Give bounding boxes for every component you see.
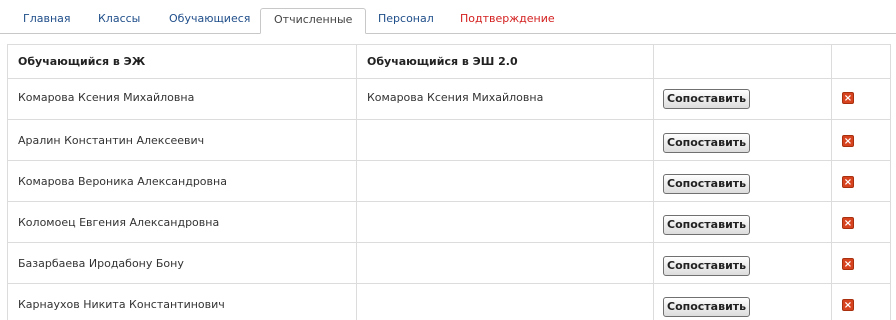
student-esh-name: Комарова Ксения Михайловна	[356, 78, 654, 120]
tab-students[interactable]: Обучающиеся	[169, 0, 250, 33]
match-button[interactable]: Сопоставить	[663, 174, 751, 194]
tab-staff[interactable]: Персонал	[378, 0, 434, 33]
student-esh-name	[356, 201, 654, 243]
match-button[interactable]: Сопоставить	[663, 297, 751, 317]
tab-classes[interactable]: Классы	[98, 0, 140, 33]
tab-bar: Главная Классы Обучающиеся Отчисленные П…	[0, 0, 896, 34]
match-button[interactable]: Сопоставить	[663, 256, 751, 276]
student-esh-name	[356, 160, 654, 202]
page: Главная Классы Обучающиеся Отчисленные П…	[0, 0, 896, 320]
student-esh-name	[356, 283, 654, 320]
student-ej-name: Базарбаева Иродабону Бону	[7, 242, 357, 284]
student-ej-name: Комарова Ксения Михайловна	[7, 78, 357, 120]
student-esh-name	[356, 242, 654, 284]
close-icon[interactable]: ×	[842, 298, 854, 311]
table-row: Базарбаева Иродабону Бону Сопоставить ×	[7, 242, 891, 284]
close-icon[interactable]: ×	[842, 134, 854, 147]
close-icon[interactable]: ×	[842, 216, 854, 229]
table-header-row: Обучающийся в ЭЖ Обучающийся в ЭШ 2.0	[7, 44, 891, 79]
student-ej-name: Комарова Вероника Александровна	[7, 160, 357, 202]
match-button[interactable]: Сопоставить	[663, 215, 751, 235]
students-match-table: Обучающийся в ЭЖ Обучающийся в ЭШ 2.0 Ко…	[7, 44, 891, 320]
student-ej-name: Коломоец Евгения Александровна	[7, 201, 357, 243]
column-header-ej: Обучающийся в ЭЖ	[7, 44, 357, 79]
match-button[interactable]: Сопоставить	[663, 133, 751, 153]
tab-expelled[interactable]: Отчисленные	[260, 8, 367, 34]
table-row: Аралин Константин Алексеевич Сопоставить…	[7, 119, 891, 161]
tab-home[interactable]: Главная	[23, 0, 71, 33]
match-button[interactable]: Сопоставить	[663, 89, 751, 109]
column-header-action	[653, 44, 832, 79]
close-icon[interactable]: ×	[842, 257, 854, 270]
close-icon[interactable]: ×	[842, 175, 854, 188]
table-row: Комарова Вероника Александровна Сопостав…	[7, 160, 891, 202]
student-esh-name	[356, 119, 654, 161]
table-row: Коломоец Евгения Александровна Сопостави…	[7, 201, 891, 243]
table-row: Комарова Ксения Михайловна Комарова Ксен…	[7, 78, 891, 120]
student-ej-name: Аралин Константин Алексеевич	[7, 119, 357, 161]
column-header-delete	[831, 44, 891, 79]
close-icon[interactable]: ×	[842, 92, 854, 104]
student-ej-name: Карнаухов Никита Константинович	[7, 283, 357, 320]
table-row: Карнаухов Никита Константинович Сопостав…	[7, 283, 891, 320]
column-header-esh: Обучающийся в ЭШ 2.0	[356, 44, 654, 79]
tab-confirmation[interactable]: Подтверждение	[460, 0, 555, 33]
